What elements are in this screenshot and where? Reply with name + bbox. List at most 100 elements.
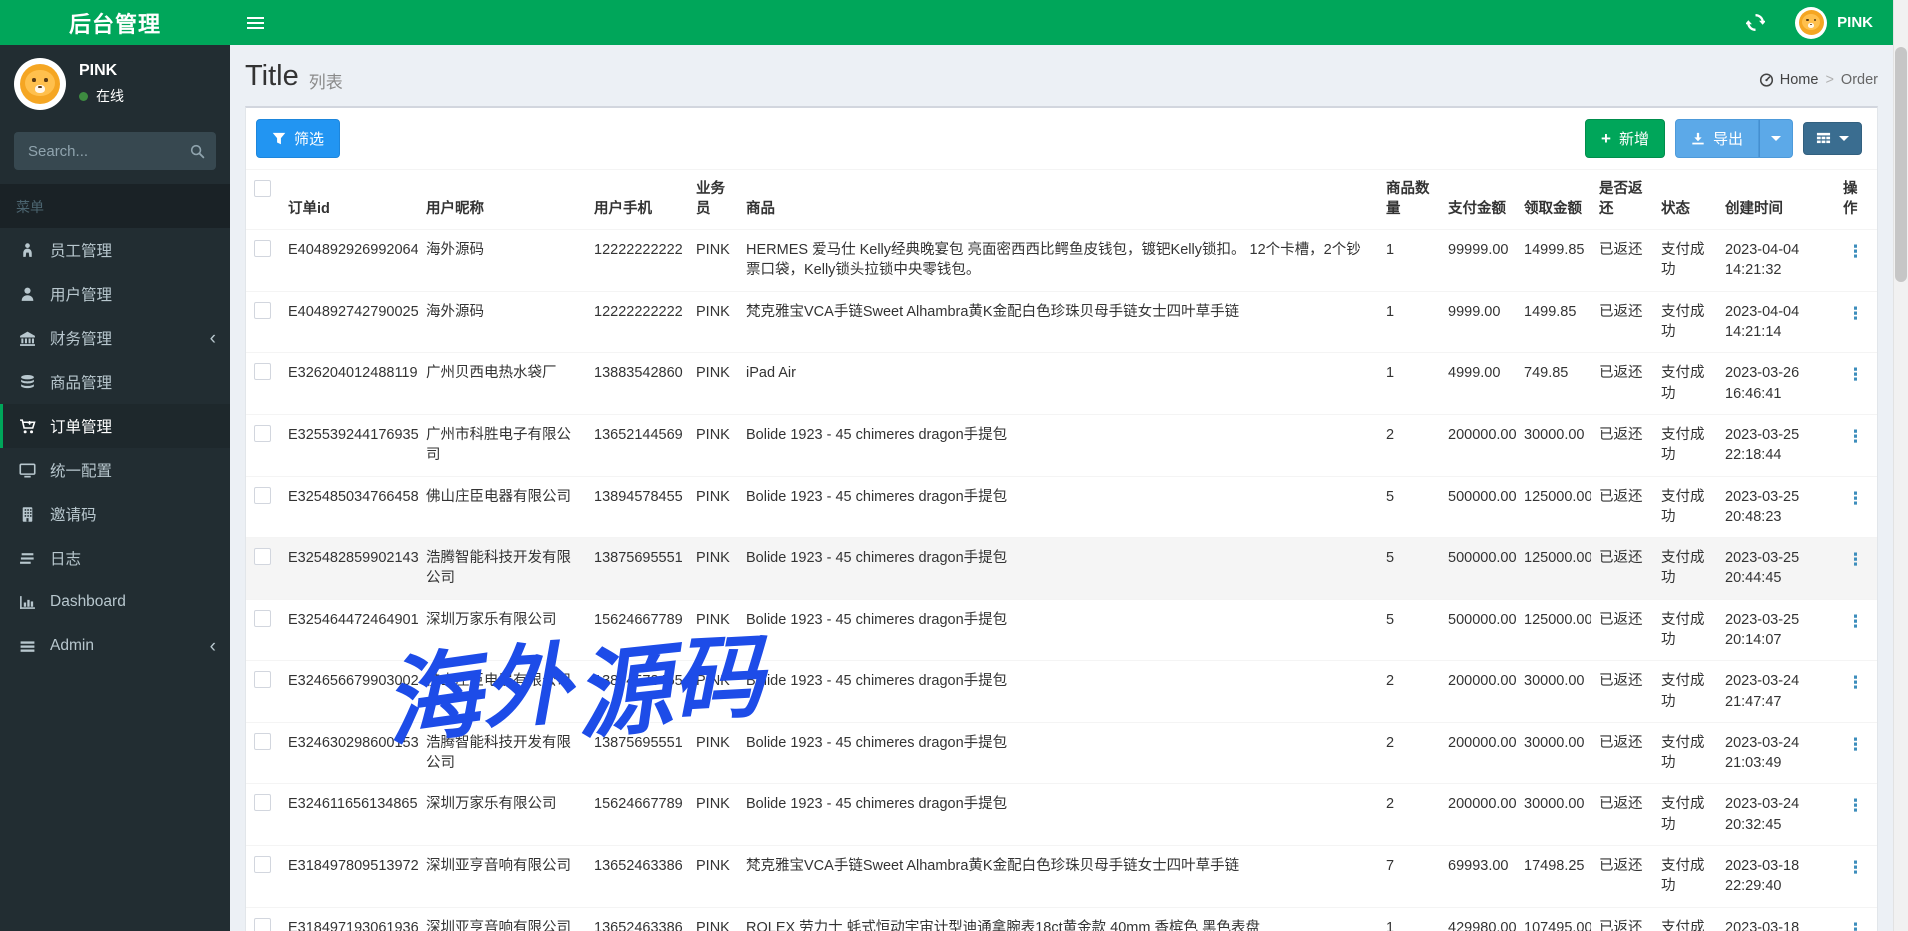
cell-phone: 13883542860 xyxy=(586,352,688,415)
search-input[interactable] xyxy=(14,132,178,170)
cell-returned: 已返还 xyxy=(1591,722,1653,785)
row-actions-button[interactable]: ⋮ xyxy=(1843,858,1868,877)
cell-status: 支付成功 xyxy=(1653,845,1717,908)
row-checkbox[interactable] xyxy=(254,548,271,566)
row-checkbox-cell xyxy=(246,907,280,931)
cell-nickname: 深圳万家乐有限公司 xyxy=(418,599,586,662)
sidebar-item-config[interactable]: 统一配置 xyxy=(0,448,230,492)
row-checkbox[interactable] xyxy=(254,609,271,627)
sidebar-item-invite-code[interactable]: 邀请码 xyxy=(0,492,230,536)
refresh-icon xyxy=(1746,13,1766,32)
sidebar-avatar-icon xyxy=(14,58,66,110)
sidebar-item-logs[interactable]: 日志 xyxy=(0,536,230,580)
cell-pay-amount: 429980.00 xyxy=(1440,907,1516,931)
cell-product: iPad Air xyxy=(738,352,1378,415)
row-actions-button[interactable]: ⋮ xyxy=(1843,735,1868,754)
cell-phone: 13875695551 xyxy=(586,722,688,785)
row-checkbox[interactable] xyxy=(254,732,271,750)
chevron-left-icon: ‹ xyxy=(209,635,216,657)
sidebar-toggle-button[interactable] xyxy=(230,0,280,45)
row-checkbox[interactable] xyxy=(254,424,271,442)
export-button[interactable]: 导出 xyxy=(1674,119,1759,158)
select-all-checkbox[interactable] xyxy=(254,180,271,197)
header-phone: 用户手机 xyxy=(586,170,688,231)
cell-returned: 已返还 xyxy=(1591,291,1653,354)
row-checkbox[interactable] xyxy=(254,856,271,874)
row-checkbox-cell xyxy=(246,599,280,662)
table-row: E318497193061936 深圳亚亨音响有限公司 13652463386 … xyxy=(246,907,1877,931)
row-actions-button[interactable]: ⋮ xyxy=(1843,796,1868,815)
row-checkbox[interactable] xyxy=(254,794,271,812)
add-button[interactable]: + 新增 xyxy=(1585,119,1665,158)
cell-receive-amount: 125000.00 xyxy=(1516,537,1591,600)
cell-receive-amount: 30000.00 xyxy=(1516,660,1591,723)
export-dropdown-toggle[interactable] xyxy=(1759,119,1793,158)
row-actions-button[interactable]: ⋮ xyxy=(1843,920,1868,931)
add-button-label: 新增 xyxy=(1618,131,1649,148)
row-actions-button[interactable]: ⋮ xyxy=(1843,612,1868,631)
brand-logo[interactable]: 后台管理 xyxy=(0,0,230,45)
cell-receive-amount: 107495.00 xyxy=(1516,907,1591,931)
export-button-group: 导出 xyxy=(1674,119,1793,158)
cell-nickname: 海外源码 xyxy=(418,291,586,354)
row-checkbox[interactable] xyxy=(254,671,271,689)
cell-returned: 已返还 xyxy=(1591,783,1653,847)
table-row: E404892926992064 海外源码 12222222222 PINK H… xyxy=(246,229,1877,292)
cell-returned: 已返还 xyxy=(1591,845,1653,908)
sidebar-item-dashboard[interactable]: Dashboard xyxy=(0,580,230,624)
row-checkbox[interactable] xyxy=(254,240,271,258)
row-checkbox[interactable] xyxy=(254,486,271,504)
row-actions-button[interactable]: ⋮ xyxy=(1843,489,1868,508)
sidebar-user-status[interactable]: 在线 xyxy=(79,86,124,106)
row-checkbox[interactable] xyxy=(254,917,271,931)
cell-receive-amount: 30000.00 xyxy=(1516,414,1591,477)
cell-pay-amount: 4999.00 xyxy=(1440,352,1516,415)
breadcrumb-home-link[interactable]: Home xyxy=(1759,71,1819,88)
scrollbar-thumb[interactable] xyxy=(1895,47,1907,282)
cell-phone: 13652463386 xyxy=(586,845,688,908)
header-status: 状态 xyxy=(1653,170,1717,231)
row-checkbox[interactable] xyxy=(254,301,271,319)
sidebar-item-orders[interactable]: 订单管理 xyxy=(0,404,230,448)
cell-phone: 15624667789 xyxy=(586,599,688,662)
sidebar-item-label: 统一配置 xyxy=(50,463,113,480)
breadcrumb-home-label: Home xyxy=(1779,71,1819,88)
sidebar-item-admin[interactable]: Admin ‹ xyxy=(0,624,230,668)
sidebar-item-finance[interactable]: 财务管理 ‹ xyxy=(0,316,230,360)
sidebar-menu: 员工管理 用户管理 财务管理 ‹ 商品管理 订单管理 统一配置 邀请码 日志 D… xyxy=(0,228,230,668)
row-actions-button[interactable]: ⋮ xyxy=(1843,673,1868,692)
row-actions-button[interactable]: ⋮ xyxy=(1843,242,1868,261)
table-row: E324611656134865 深圳万家乐有限公司 15624667789 P… xyxy=(246,783,1877,847)
row-checkbox-cell xyxy=(246,291,280,354)
cell-nickname: 佛山庄臣电器有限公司 xyxy=(418,476,586,539)
cell-status: 支付成功 xyxy=(1653,414,1717,477)
cell-created-at: 2023-03-24 21:03:49 xyxy=(1717,722,1835,785)
row-actions-button[interactable]: ⋮ xyxy=(1843,365,1868,384)
sidebar-item-users[interactable]: 用户管理 xyxy=(0,272,230,316)
user-avatar-icon xyxy=(1795,6,1828,39)
user-menu[interactable]: PINK xyxy=(1795,6,1873,39)
row-checkbox[interactable] xyxy=(254,363,271,381)
row-actions-button[interactable]: ⋮ xyxy=(1843,427,1868,446)
cell-pay-amount: 99999.00 xyxy=(1440,229,1516,292)
column-settings-button[interactable] xyxy=(1803,122,1862,155)
select-all-cell xyxy=(246,170,280,231)
sidebar-item-staff[interactable]: 员工管理 xyxy=(0,228,230,272)
cell-qty: 2 xyxy=(1378,660,1440,723)
filter-button[interactable]: 筛选 xyxy=(256,119,341,158)
row-actions-button[interactable]: ⋮ xyxy=(1843,550,1868,569)
sidebar-item-products[interactable]: 商品管理 xyxy=(0,360,230,404)
cell-phone: 13652463386 xyxy=(586,907,688,931)
cell-phone: 13875695551 xyxy=(586,537,688,600)
header-returned: 是否返还 xyxy=(1591,170,1653,231)
page-scrollbar[interactable] xyxy=(1893,0,1908,931)
order-list-card: 筛选 + 新增 导出 订单id 用户昵称 用户手机 业务员 商品 商品数量 支付… xyxy=(245,106,1878,931)
cell-agent: PINK xyxy=(688,291,738,354)
refresh-button[interactable] xyxy=(1746,13,1766,32)
sidebar-user-panel: PINK 在线 xyxy=(0,45,230,124)
content-header: Title 列表 Home > Order xyxy=(230,45,1908,93)
search-button[interactable] xyxy=(178,132,216,170)
row-actions-button[interactable]: ⋮ xyxy=(1843,304,1868,323)
cell-product: Bolide 1923 - 45 chimeres dragon手提包 xyxy=(738,414,1378,477)
chevron-left-icon: ‹ xyxy=(209,327,216,349)
